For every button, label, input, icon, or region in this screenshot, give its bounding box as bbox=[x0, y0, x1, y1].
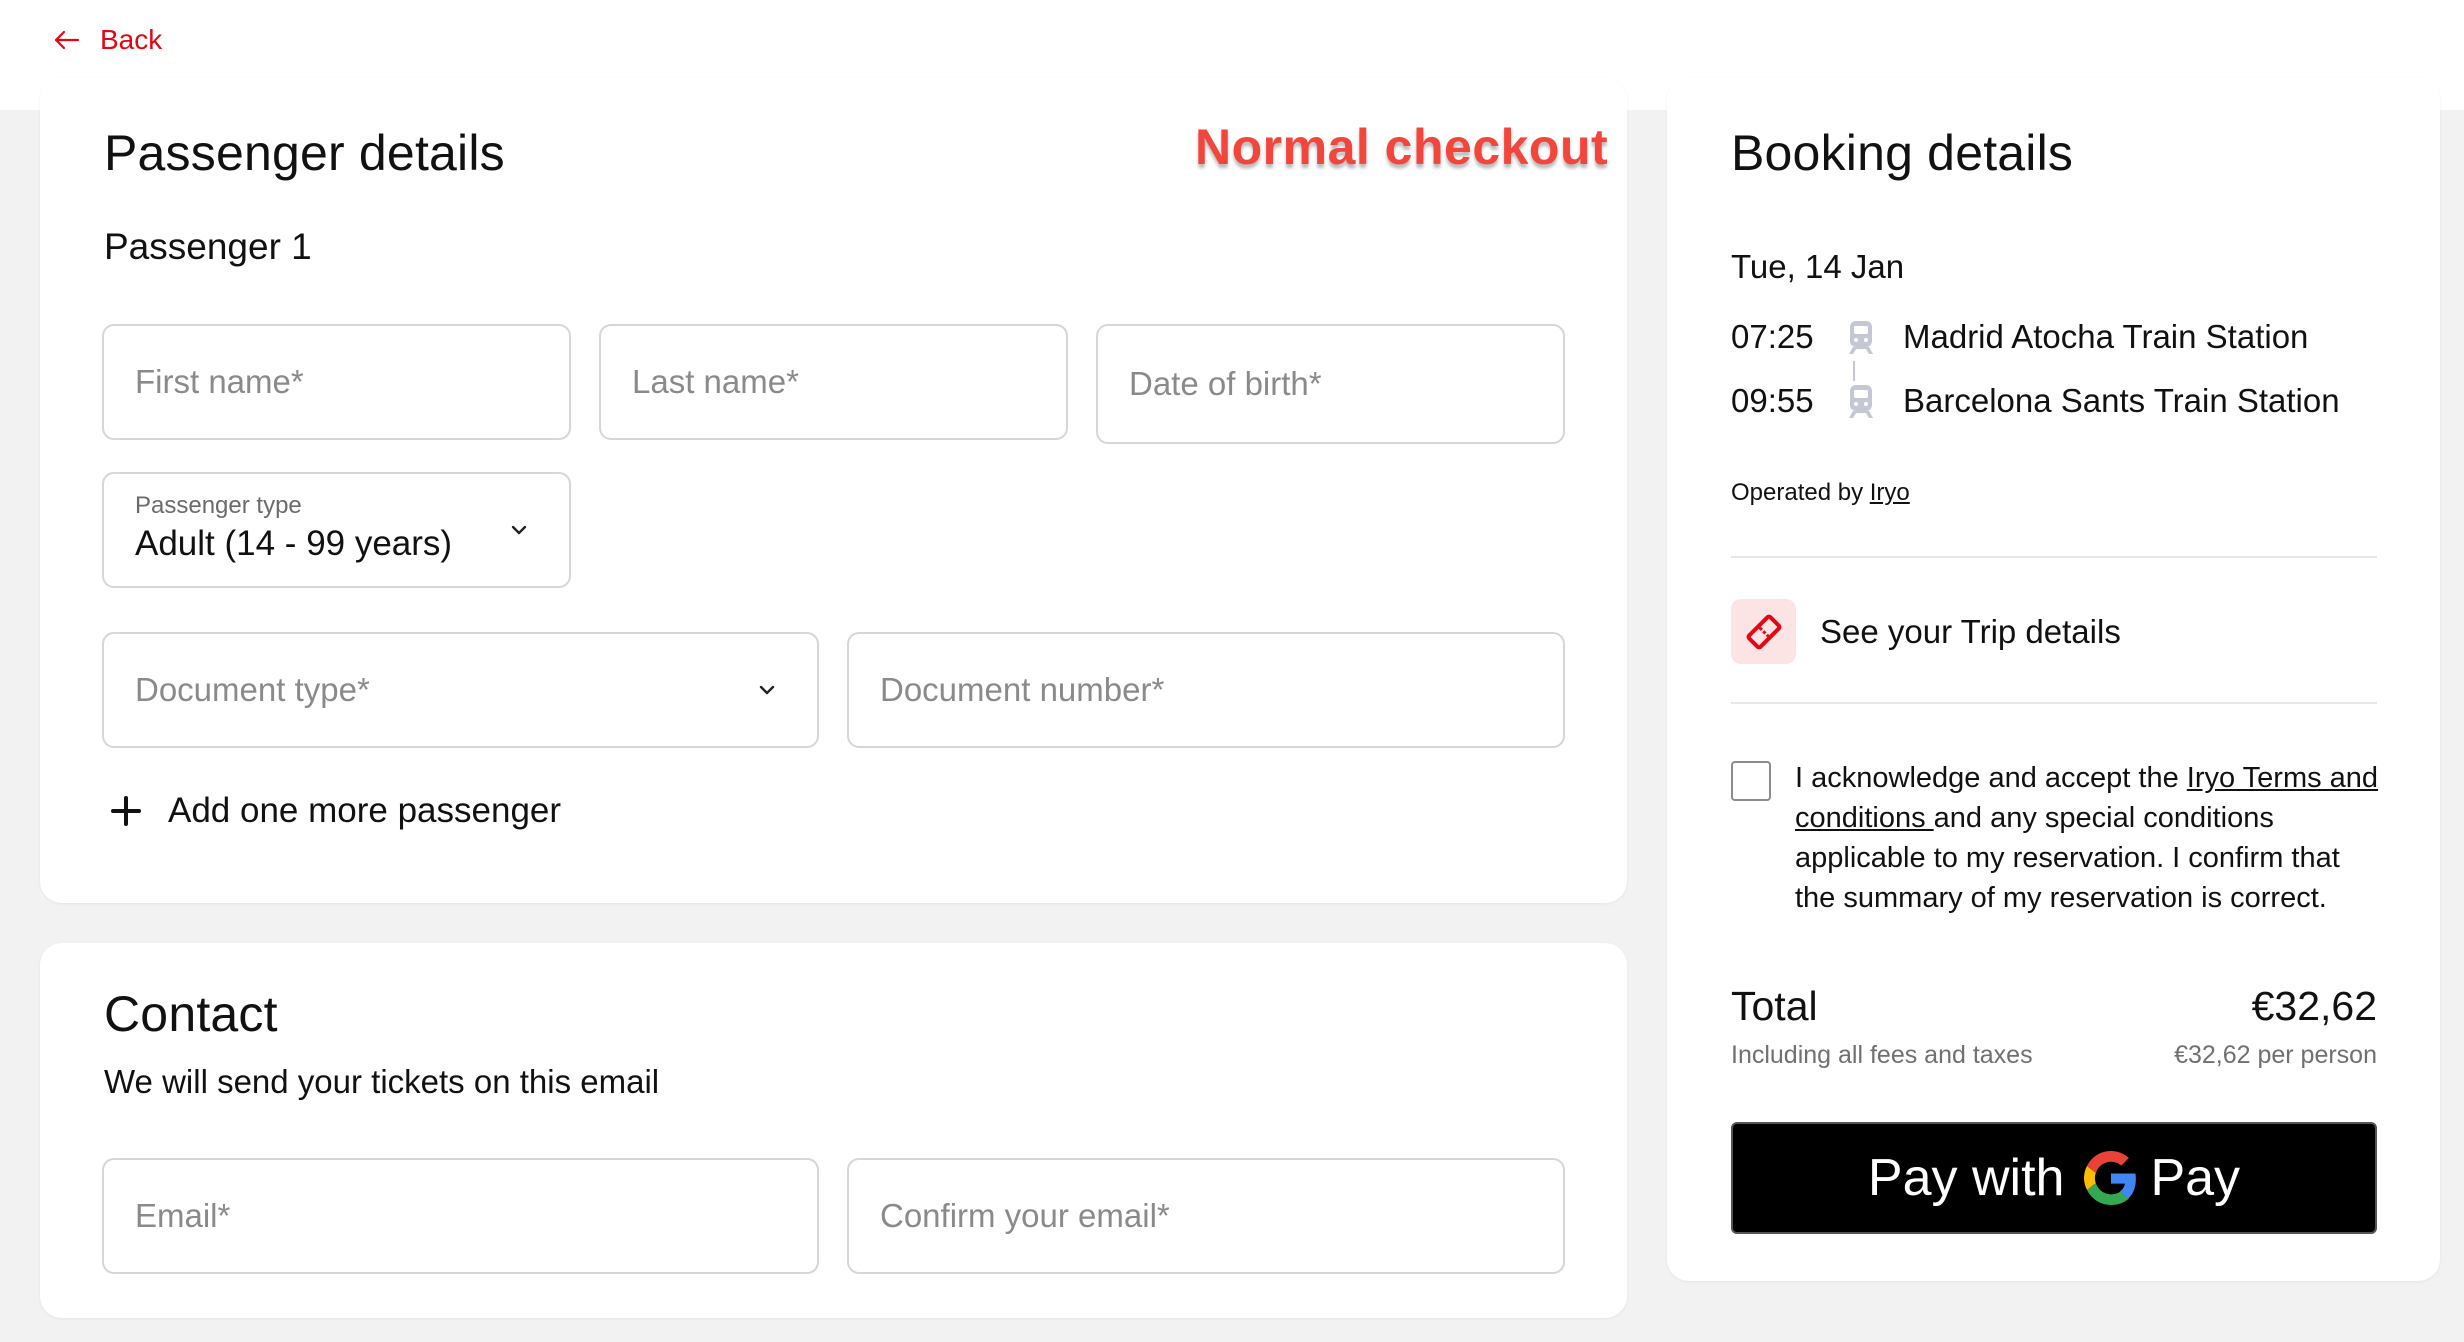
arrow-left-icon bbox=[54, 30, 80, 50]
date-of-birth-field[interactable]: Date of birth* bbox=[1096, 324, 1565, 444]
contact-title: Contact bbox=[104, 986, 278, 1042]
passenger-subtitle: Passenger 1 bbox=[104, 226, 312, 267]
terms-checkbox[interactable] bbox=[1731, 761, 1771, 801]
document-number-placeholder: Document number* bbox=[880, 671, 1165, 708]
first-name-placeholder: First name* bbox=[135, 363, 304, 400]
chevron-down-icon bbox=[759, 685, 775, 695]
total-label: Total bbox=[1731, 983, 1818, 1029]
document-number-field[interactable]: Document number* bbox=[847, 632, 1565, 748]
confirm-email-field[interactable]: Confirm your email* bbox=[847, 1158, 1565, 1274]
pay-label: Pay bbox=[2150, 1149, 2241, 1207]
booking-details-card: Booking details Tue, 14 Jan 07:25 Madrid… bbox=[1667, 78, 2440, 1281]
passenger-details-card: Passenger details Normal checkout Passen… bbox=[40, 78, 1627, 903]
trip-connector bbox=[1853, 361, 1855, 381]
passenger-type-select[interactable]: Passenger type Adult (14 - 99 years) bbox=[102, 472, 571, 588]
contact-card: Contact We will send your tickets on thi… bbox=[40, 943, 1627, 1318]
divider bbox=[1731, 702, 2377, 704]
document-type-placeholder: Document type* bbox=[135, 671, 370, 708]
divider bbox=[1731, 556, 2377, 558]
terms-before: I acknowledge and accept the bbox=[1795, 762, 2187, 794]
booking-details-title: Booking details bbox=[1731, 125, 2074, 181]
arrival-time: 09:55 bbox=[1731, 382, 1814, 419]
document-type-select[interactable]: Document type* bbox=[102, 632, 819, 748]
ticket-icon bbox=[1746, 614, 1781, 649]
email-field[interactable]: Email* bbox=[102, 1158, 819, 1274]
back-link[interactable]: Back bbox=[52, 20, 162, 60]
trip-details-label: See your Trip details bbox=[1820, 612, 2121, 650]
operated-prefix: Operated by bbox=[1731, 479, 1864, 506]
dob-placeholder: Date of birth* bbox=[1129, 365, 1322, 402]
passenger-type-value: Adult (14 - 99 years) bbox=[135, 524, 453, 563]
first-name-field[interactable]: First name* bbox=[102, 324, 571, 440]
arrival-station: Barcelona Sants Train Station bbox=[1903, 382, 2340, 419]
trip-date: Tue, 14 Jan bbox=[1731, 248, 1905, 285]
pay-with-label: Pay with bbox=[1867, 1149, 2065, 1207]
chevron-down-icon bbox=[511, 525, 527, 535]
plus-icon bbox=[111, 796, 141, 826]
train-icon bbox=[1849, 321, 1873, 354]
ticket-icon-box bbox=[1731, 599, 1796, 664]
total-price: €32,62 bbox=[2251, 983, 2377, 1029]
last-name-placeholder: Last name* bbox=[632, 363, 799, 400]
last-name-field[interactable]: Last name* bbox=[599, 324, 1068, 440]
email-placeholder: Email* bbox=[135, 1197, 231, 1234]
departure-time: 07:25 bbox=[1731, 318, 1814, 355]
google-pay-button[interactable]: Pay with Pay bbox=[1731, 1122, 2377, 1234]
train-icon bbox=[1849, 385, 1873, 418]
add-passenger-button[interactable]: Add one more passenger bbox=[108, 791, 561, 831]
annotation-label: Normal checkout bbox=[1195, 119, 1609, 175]
passenger-details-title: Passenger details bbox=[104, 125, 505, 181]
operated-by: Operated by Iryo bbox=[1731, 479, 1910, 507]
trip-details-link[interactable]: See your Trip details bbox=[1731, 599, 2121, 664]
google-g-icon bbox=[2084, 1151, 2138, 1205]
contact-subtitle: We will send your tickets on this email bbox=[104, 1063, 660, 1100]
departure-row: 07:25 Madrid Atocha Train Station bbox=[1731, 317, 2308, 357]
add-passenger-label: Add one more passenger bbox=[168, 791, 562, 830]
passenger-type-label: Passenger type bbox=[135, 492, 302, 519]
arrival-row: 09:55 Barcelona Sants Train Station bbox=[1731, 381, 2340, 421]
operator-link[interactable]: Iryo bbox=[1870, 479, 1910, 506]
price-per-person: €32,62 per person bbox=[2174, 1041, 2377, 1069]
back-label: Back bbox=[100, 24, 163, 55]
confirm-email-placeholder: Confirm your email* bbox=[880, 1197, 1170, 1234]
terms-text: I acknowledge and accept the Iryo Terms … bbox=[1795, 758, 2385, 918]
departure-station: Madrid Atocha Train Station bbox=[1903, 318, 2309, 355]
fees-note: Including all fees and taxes bbox=[1731, 1041, 2033, 1069]
